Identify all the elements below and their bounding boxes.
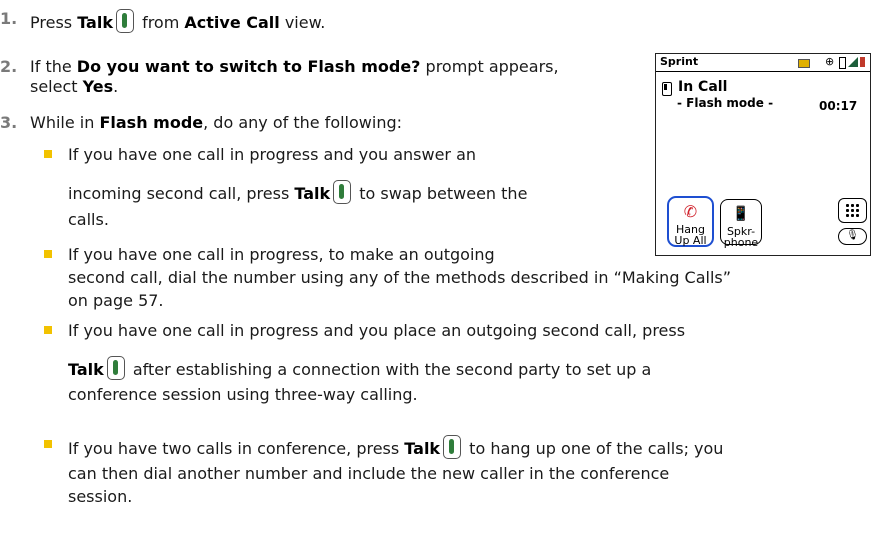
bullet-marker [44,250,52,258]
bullet-2-line-3: on page 57. [68,291,164,310]
battery-icon [839,57,846,69]
call-mode: - Flash mode - [677,96,774,110]
signal-strength-icon [848,57,858,67]
talk-key-icon [115,9,134,33]
document-page: 1. Press Talk from Active Call view. 2. … [0,0,872,547]
step-2-continuation: select Yes. [30,77,119,96]
keypad-icon [845,203,860,218]
bullet-4-line-1: If you have two calls in conference, pre… [68,435,723,459]
bullet-4-line-3: session. [68,487,133,506]
carrier-name: Sprint [660,55,699,68]
bullet-marker [44,440,52,448]
bullet-2-line-1: If you have one call in progress, to mak… [68,245,495,264]
step-number: 1. [0,9,18,28]
step-text: Press Talk from Active Call view. [30,9,325,33]
bullet-1-line-3: calls. [68,210,109,229]
keypad-button[interactable] [838,198,867,223]
phone-handset-icon: ✆ [683,202,698,221]
step-text: If the Do you want to switch to Flash mo… [30,57,559,76]
hang-up-all-button[interactable]: ✆ Hang Up All [667,196,714,247]
bullet-marker [44,150,52,158]
signal-icon: ⊕ [825,55,835,68]
microphone-icon: 🎙 [846,230,859,241]
bullet-2-line-2: second call, dial the number using any o… [68,268,732,287]
talk-key-icon [106,356,125,380]
bullet-3-line-3: conference session using three-way calli… [68,385,418,404]
step-text: While in Flash mode, do any of the follo… [30,113,402,132]
wireless-icon [860,57,865,67]
bullet-marker [44,326,52,334]
call-icon [662,82,672,96]
status-icons: ⊕ [798,56,868,69]
call-title: In Call [678,79,728,95]
bullet-3-line-1: If you have one call in progress and you… [68,321,686,340]
bullet-3-line-2: Talk after establishing a connection wit… [68,356,651,380]
bullet-1-line-2: incoming second call, press Talk to swap… [68,180,527,204]
mute-button[interactable]: 🎙 [838,228,867,245]
phone-screen-illustration: Sprint ⊕ In Call - Flash mode - 00:17 ✆ … [655,53,871,256]
talk-key-icon [443,435,462,459]
call-timer: 00:17 [819,99,858,113]
speakerphone-icon: 📱 [732,206,750,222]
step-number: 3. [0,113,18,132]
step-number: 2. [0,57,18,76]
message-icon [798,59,810,68]
talk-key-icon [333,180,352,204]
bullet-1-line-1: If you have one call in progress and you… [68,145,477,164]
status-bar: Sprint ⊕ [656,54,870,72]
bullet-4-line-2: can then dial another number and include… [68,464,670,483]
speakerphone-button[interactable]: 📱 Spkr- phone [720,199,762,248]
